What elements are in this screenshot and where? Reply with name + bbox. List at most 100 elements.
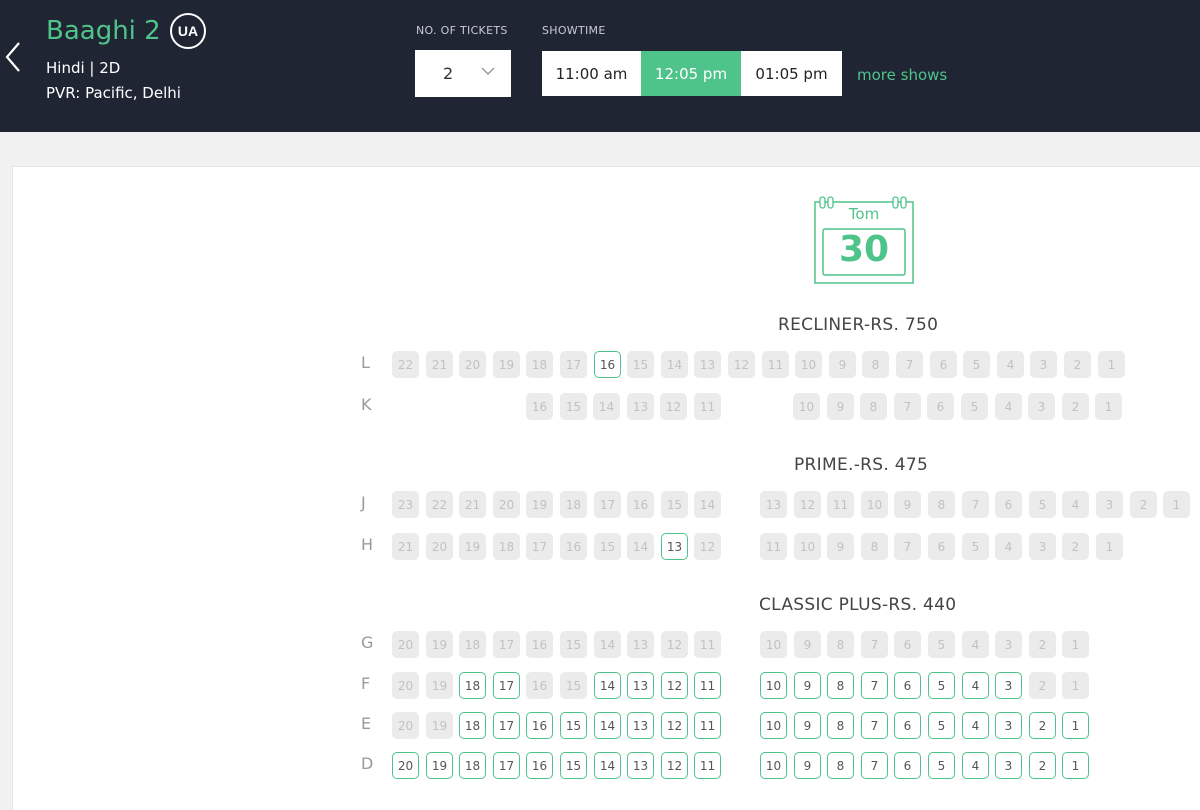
back-arrow-icon[interactable] xyxy=(4,40,24,74)
seat-available[interactable]: 18 xyxy=(459,752,486,779)
seat-available[interactable]: 13 xyxy=(661,533,688,560)
seat-available[interactable]: 9 xyxy=(794,752,821,779)
seat-available[interactable]: 6 xyxy=(894,672,921,699)
header-bar: Baaghi 2 UA Hindi | 2D PVR: Pacific, Del… xyxy=(0,0,1200,132)
seat-available[interactable]: 14 xyxy=(594,752,621,779)
seat-available[interactable]: 17 xyxy=(493,672,520,699)
seat-available[interactable]: 4 xyxy=(962,712,989,739)
seat-available[interactable]: 2 xyxy=(1029,712,1056,739)
seat-available[interactable]: 9 xyxy=(794,712,821,739)
showtime-option-selected[interactable]: 12:05 pm xyxy=(641,51,741,96)
seat-sold: 15 xyxy=(627,351,654,378)
showtime-list: 11:00 am 12:05 pm 01:05 pm xyxy=(542,51,842,96)
seat-available[interactable]: 8 xyxy=(827,672,854,699)
seat-available[interactable]: 12 xyxy=(661,712,688,739)
seat-sold: 5 xyxy=(1029,491,1056,518)
seat-available[interactable]: 4 xyxy=(962,752,989,779)
seat-sold: 19 xyxy=(426,631,453,658)
seat-available[interactable]: 14 xyxy=(594,712,621,739)
seat-sold: 18 xyxy=(526,351,553,378)
seat-available[interactable]: 15 xyxy=(560,752,587,779)
seat-sold: 1 xyxy=(1098,351,1125,378)
seat-available[interactable]: 16 xyxy=(526,752,553,779)
ticket-count-select[interactable]: 2 xyxy=(415,50,511,97)
seat-sold: 2 xyxy=(1029,631,1056,658)
section-price-label: RECLINER-RS. 750 xyxy=(778,315,939,335)
seat-sold: 10 xyxy=(861,491,888,518)
seat-sold: 1 xyxy=(1096,533,1123,560)
seat-sold: 3 xyxy=(995,631,1022,658)
seat-available[interactable]: 10 xyxy=(760,752,787,779)
seat-available[interactable]: 6 xyxy=(894,752,921,779)
seat-sold: 8 xyxy=(928,491,955,518)
seat-sold: 9 xyxy=(794,631,821,658)
seat-available[interactable]: 10 xyxy=(760,672,787,699)
seat-sold: 18 xyxy=(493,533,520,560)
seat-available[interactable]: 2 xyxy=(1029,752,1056,779)
seat-sold: 20 xyxy=(392,672,419,699)
seat-available[interactable]: 15 xyxy=(560,712,587,739)
seat-sold: 7 xyxy=(894,393,921,420)
seat-available[interactable]: 16 xyxy=(594,351,621,378)
seat-sold: 16 xyxy=(526,631,553,658)
seat-sold: 5 xyxy=(961,393,988,420)
seat-available[interactable]: 11 xyxy=(694,752,721,779)
seat-available[interactable]: 8 xyxy=(827,752,854,779)
showtime-option[interactable]: 01:05 pm xyxy=(741,51,842,96)
seat-available[interactable]: 17 xyxy=(493,712,520,739)
seat-sold: 5 xyxy=(962,533,989,560)
seat-sold: 8 xyxy=(860,393,887,420)
seat-available[interactable]: 13 xyxy=(627,752,654,779)
seat-sold: 20 xyxy=(459,351,486,378)
seat-available[interactable]: 3 xyxy=(995,672,1022,699)
row-label: D xyxy=(361,754,374,773)
chevron-down-icon xyxy=(481,67,495,76)
seat-available[interactable]: 18 xyxy=(459,672,486,699)
seat-available[interactable]: 12 xyxy=(661,752,688,779)
seat-available[interactable]: 10 xyxy=(760,712,787,739)
seat-available[interactable]: 7 xyxy=(861,672,888,699)
seat-sold: 13 xyxy=(760,491,787,518)
seat-sold: 21 xyxy=(459,491,486,518)
seat-sold: 12 xyxy=(794,491,821,518)
seat-available[interactable]: 6 xyxy=(894,712,921,739)
seat-available[interactable]: 20 xyxy=(392,752,419,779)
seat-sold: 9 xyxy=(894,491,921,518)
seat-available[interactable]: 5 xyxy=(928,752,955,779)
seat-available[interactable]: 12 xyxy=(661,672,688,699)
seat-sold: 6 xyxy=(927,393,954,420)
seat-available[interactable]: 11 xyxy=(694,672,721,699)
seat-available[interactable]: 7 xyxy=(861,752,888,779)
seat-available[interactable]: 7 xyxy=(861,712,888,739)
seat-available[interactable]: 14 xyxy=(594,672,621,699)
seat-available[interactable]: 16 xyxy=(526,712,553,739)
seat-sold: 7 xyxy=(896,351,923,378)
seat-sold: 14 xyxy=(627,533,654,560)
seat-available[interactable]: 5 xyxy=(928,672,955,699)
seat-available[interactable]: 13 xyxy=(627,712,654,739)
row-label: L xyxy=(361,353,370,372)
seat-available[interactable]: 5 xyxy=(928,712,955,739)
seat-available[interactable]: 4 xyxy=(962,672,989,699)
showtime-option[interactable]: 11:00 am xyxy=(542,51,641,96)
seat-sold: 10 xyxy=(795,351,822,378)
seat-sold: 5 xyxy=(963,351,990,378)
seat-available[interactable]: 11 xyxy=(694,712,721,739)
more-shows-link[interactable]: more shows xyxy=(857,66,947,84)
seat-available[interactable]: 3 xyxy=(995,712,1022,739)
row-label: K xyxy=(361,395,372,414)
seat-available[interactable]: 13 xyxy=(627,672,654,699)
seat-available[interactable]: 9 xyxy=(794,672,821,699)
seat-available[interactable]: 17 xyxy=(493,752,520,779)
seat-available[interactable]: 1 xyxy=(1062,752,1089,779)
seat-sold: 10 xyxy=(793,393,820,420)
seat-sold: 2 xyxy=(1130,491,1157,518)
seat-available[interactable]: 1 xyxy=(1062,712,1089,739)
seat-available[interactable]: 8 xyxy=(827,712,854,739)
seat-sold: 17 xyxy=(526,533,553,560)
seat-sold: 18 xyxy=(560,491,587,518)
seat-available[interactable]: 18 xyxy=(459,712,486,739)
seat-available[interactable]: 19 xyxy=(426,752,453,779)
seat-available[interactable]: 3 xyxy=(995,752,1022,779)
showtime-label: SHOWTIME xyxy=(542,24,606,37)
